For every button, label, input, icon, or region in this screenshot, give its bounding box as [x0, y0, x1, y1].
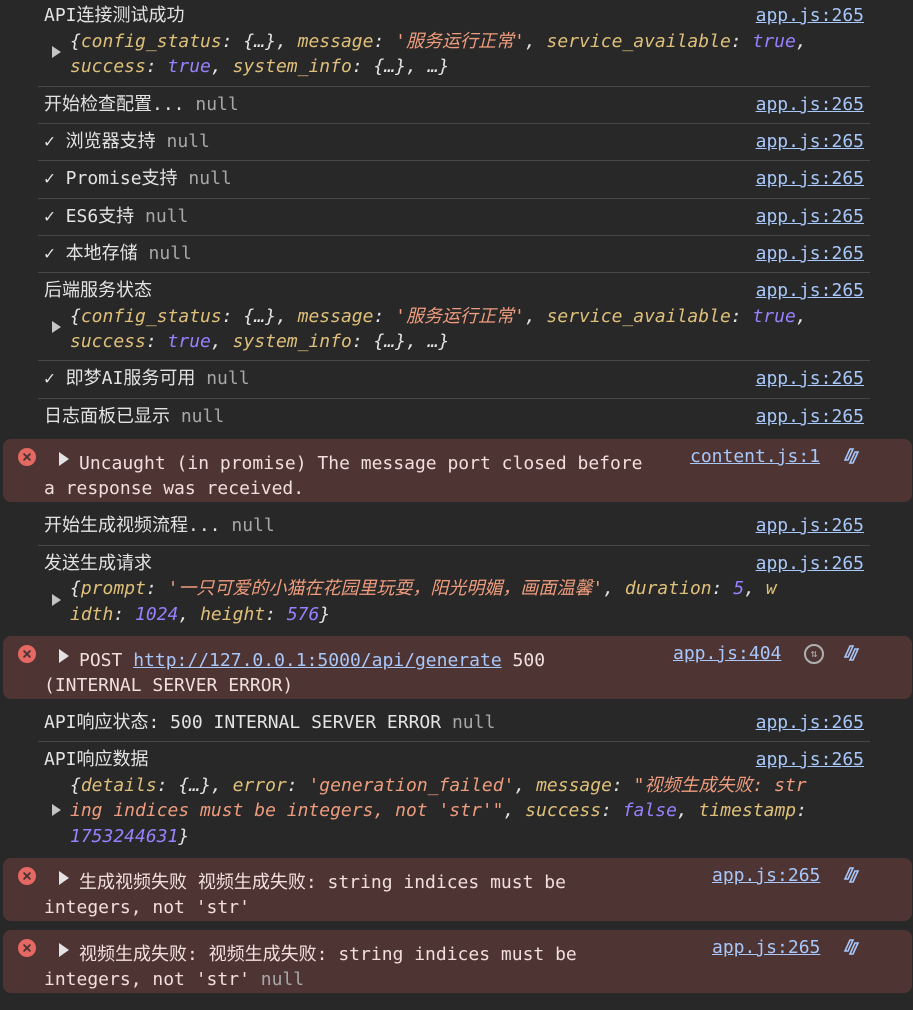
log-message: ✓ Promise支持 null: [44, 168, 232, 189]
source-link[interactable]: app.js:265: [756, 747, 864, 772]
error-icon: [18, 448, 36, 466]
error-icon: [18, 939, 36, 957]
object-preview-line2: success: true, system_info: {…}, …}: [70, 331, 450, 352]
log-message: API连接测试成功: [44, 5, 185, 26]
source-link[interactable]: app.js:265: [756, 129, 864, 154]
log-row-backend: 后端服务状态 app.js:265 {config_status: {…}, m…: [0, 273, 913, 360]
log-message: 日志面板已显示 null: [44, 406, 225, 427]
expand-triangle-icon[interactable]: [52, 594, 61, 606]
expand-triangle-icon[interactable]: [52, 46, 61, 58]
log-row-api-ok: API连接测试成功 app.js:265 {config_status: {…}…: [0, 0, 913, 86]
log-row-panel: 日志面板已显示 null app.js:265: [0, 399, 913, 435]
error-message-line2: a response was received.: [44, 478, 305, 499]
error-message-line2: integers, not 'str' null: [44, 969, 305, 990]
source-link[interactable]: app.js:265: [756, 204, 864, 229]
request-url-link[interactable]: http://127.0.0.1:5000/api/generate: [133, 650, 501, 671]
log-message: 发送生成请求: [44, 553, 152, 574]
log-row-api-data: API响应数据 app.js:265 {details: {…}, error:…: [0, 742, 913, 854]
expand-triangle-icon[interactable]: [59, 943, 69, 957]
log-row-es6: ✓ ES6支持 null app.js:265: [0, 199, 913, 235]
object-preview[interactable]: {prompt: '一只可爱的小猫在花园里玩耍，阳光明媚，画面温馨', dura…: [70, 576, 777, 601]
error-message: Uncaught (in promise) The message port c…: [79, 453, 643, 474]
source-link[interactable]: app.js:265: [712, 863, 820, 888]
error-row-gen-failed-1: 生成视频失败 视频生成失败: string indices must be in…: [3, 858, 912, 921]
log-message: ✓ 浏览器支持 null: [44, 131, 210, 152]
log-message: ✓ 本地存储 null: [44, 243, 192, 264]
log-message: API响应数据: [44, 749, 149, 770]
ai-assist-icon[interactable]: [841, 643, 861, 663]
log-message: 开始检查配置... null: [44, 94, 239, 115]
error-row-post: POST http://127.0.0.1:5000/api/generate …: [3, 636, 912, 699]
object-preview[interactable]: {details: {…}, error: 'generation_failed…: [70, 773, 807, 798]
source-link[interactable]: app.js:265: [756, 366, 864, 391]
log-row-jimeng: ✓ 即梦AI服务可用 null app.js:265: [0, 361, 913, 397]
error-message-line2: (INTERNAL SERVER ERROR): [44, 675, 294, 696]
log-message: ✓ 即梦AI服务可用 null: [44, 368, 250, 389]
source-link[interactable]: app.js:265: [756, 278, 864, 303]
log-row-promise: ✓ Promise支持 null app.js:265: [0, 161, 913, 197]
object-preview[interactable]: {config_status: {…}, message: '服务运行正常', …: [70, 29, 807, 54]
log-row-start-gen: 开始生成视频流程... null app.js:265: [0, 508, 913, 544]
error-row-gen-failed-2: 视频生成失败: 视频生成失败: string indices must be i…: [3, 930, 912, 993]
object-preview-line2: success: true, system_info: {…}, …}: [70, 56, 450, 77]
error-message-line2: integers, not 'str': [44, 897, 250, 918]
source-link[interactable]: app.js:265: [756, 241, 864, 266]
log-row-browser: ✓ 浏览器支持 null app.js:265: [0, 124, 913, 160]
log-row-send-req: 发送生成请求 app.js:265 {prompt: '一只可爱的小猫在花园里玩…: [0, 546, 913, 632]
expand-triangle-icon[interactable]: [59, 871, 69, 885]
source-link[interactable]: app.js:265: [756, 513, 864, 538]
source-link[interactable]: app.js:265: [756, 92, 864, 117]
network-request-icon[interactable]: ⇅: [804, 644, 824, 664]
error-message: 生成视频失败 视频生成失败: string indices must be: [79, 872, 566, 893]
object-preview[interactable]: {config_status: {…}, message: '服务运行正常', …: [70, 304, 807, 329]
error-message: 视频生成失败: 视频生成失败: string indices must be: [79, 944, 577, 965]
error-row-port-closed: Uncaught (in promise) The message port c…: [3, 439, 912, 502]
ai-assist-icon[interactable]: [841, 937, 861, 957]
error-message: POST http://127.0.0.1:5000/api/generate …: [79, 650, 546, 671]
log-row-api-status: API响应状态: 500 INTERNAL SERVER ERROR null …: [0, 705, 913, 741]
ai-assist-icon[interactable]: [841, 446, 861, 466]
expand-triangle-icon[interactable]: [52, 321, 61, 333]
error-icon: [18, 867, 36, 885]
log-message: API响应状态: 500 INTERNAL SERVER ERROR null: [44, 712, 496, 733]
log-message: 开始生成视频流程... null: [44, 515, 275, 536]
log-row-check-config: 开始检查配置... null app.js:265: [0, 87, 913, 123]
source-link[interactable]: app.js:265: [756, 710, 864, 735]
object-preview-line2: idth: 1024, height: 576}: [70, 604, 331, 625]
log-message: ✓ ES6支持 null: [44, 206, 189, 227]
source-link[interactable]: app.js:265: [756, 3, 864, 28]
object-preview-line2: ing indices must be integers, not 'str'"…: [70, 800, 807, 821]
log-row-storage: ✓ 本地存储 null app.js:265: [0, 236, 913, 272]
source-link[interactable]: app.js:265: [756, 404, 864, 429]
expand-triangle-icon[interactable]: [59, 649, 69, 663]
source-link[interactable]: app.js:265: [756, 166, 864, 191]
log-message: 后端服务状态: [44, 280, 152, 301]
object-preview-line3: 1753244631}: [70, 826, 190, 847]
source-link[interactable]: app.js:265: [756, 551, 864, 576]
expand-triangle-icon[interactable]: [52, 804, 61, 816]
source-link[interactable]: app.js:404: [673, 641, 781, 666]
expand-triangle-icon[interactable]: [59, 452, 69, 466]
source-link[interactable]: content.js:1: [690, 444, 820, 469]
error-icon: [18, 645, 36, 663]
source-link[interactable]: app.js:265: [712, 935, 820, 960]
ai-assist-icon[interactable]: [841, 865, 861, 885]
